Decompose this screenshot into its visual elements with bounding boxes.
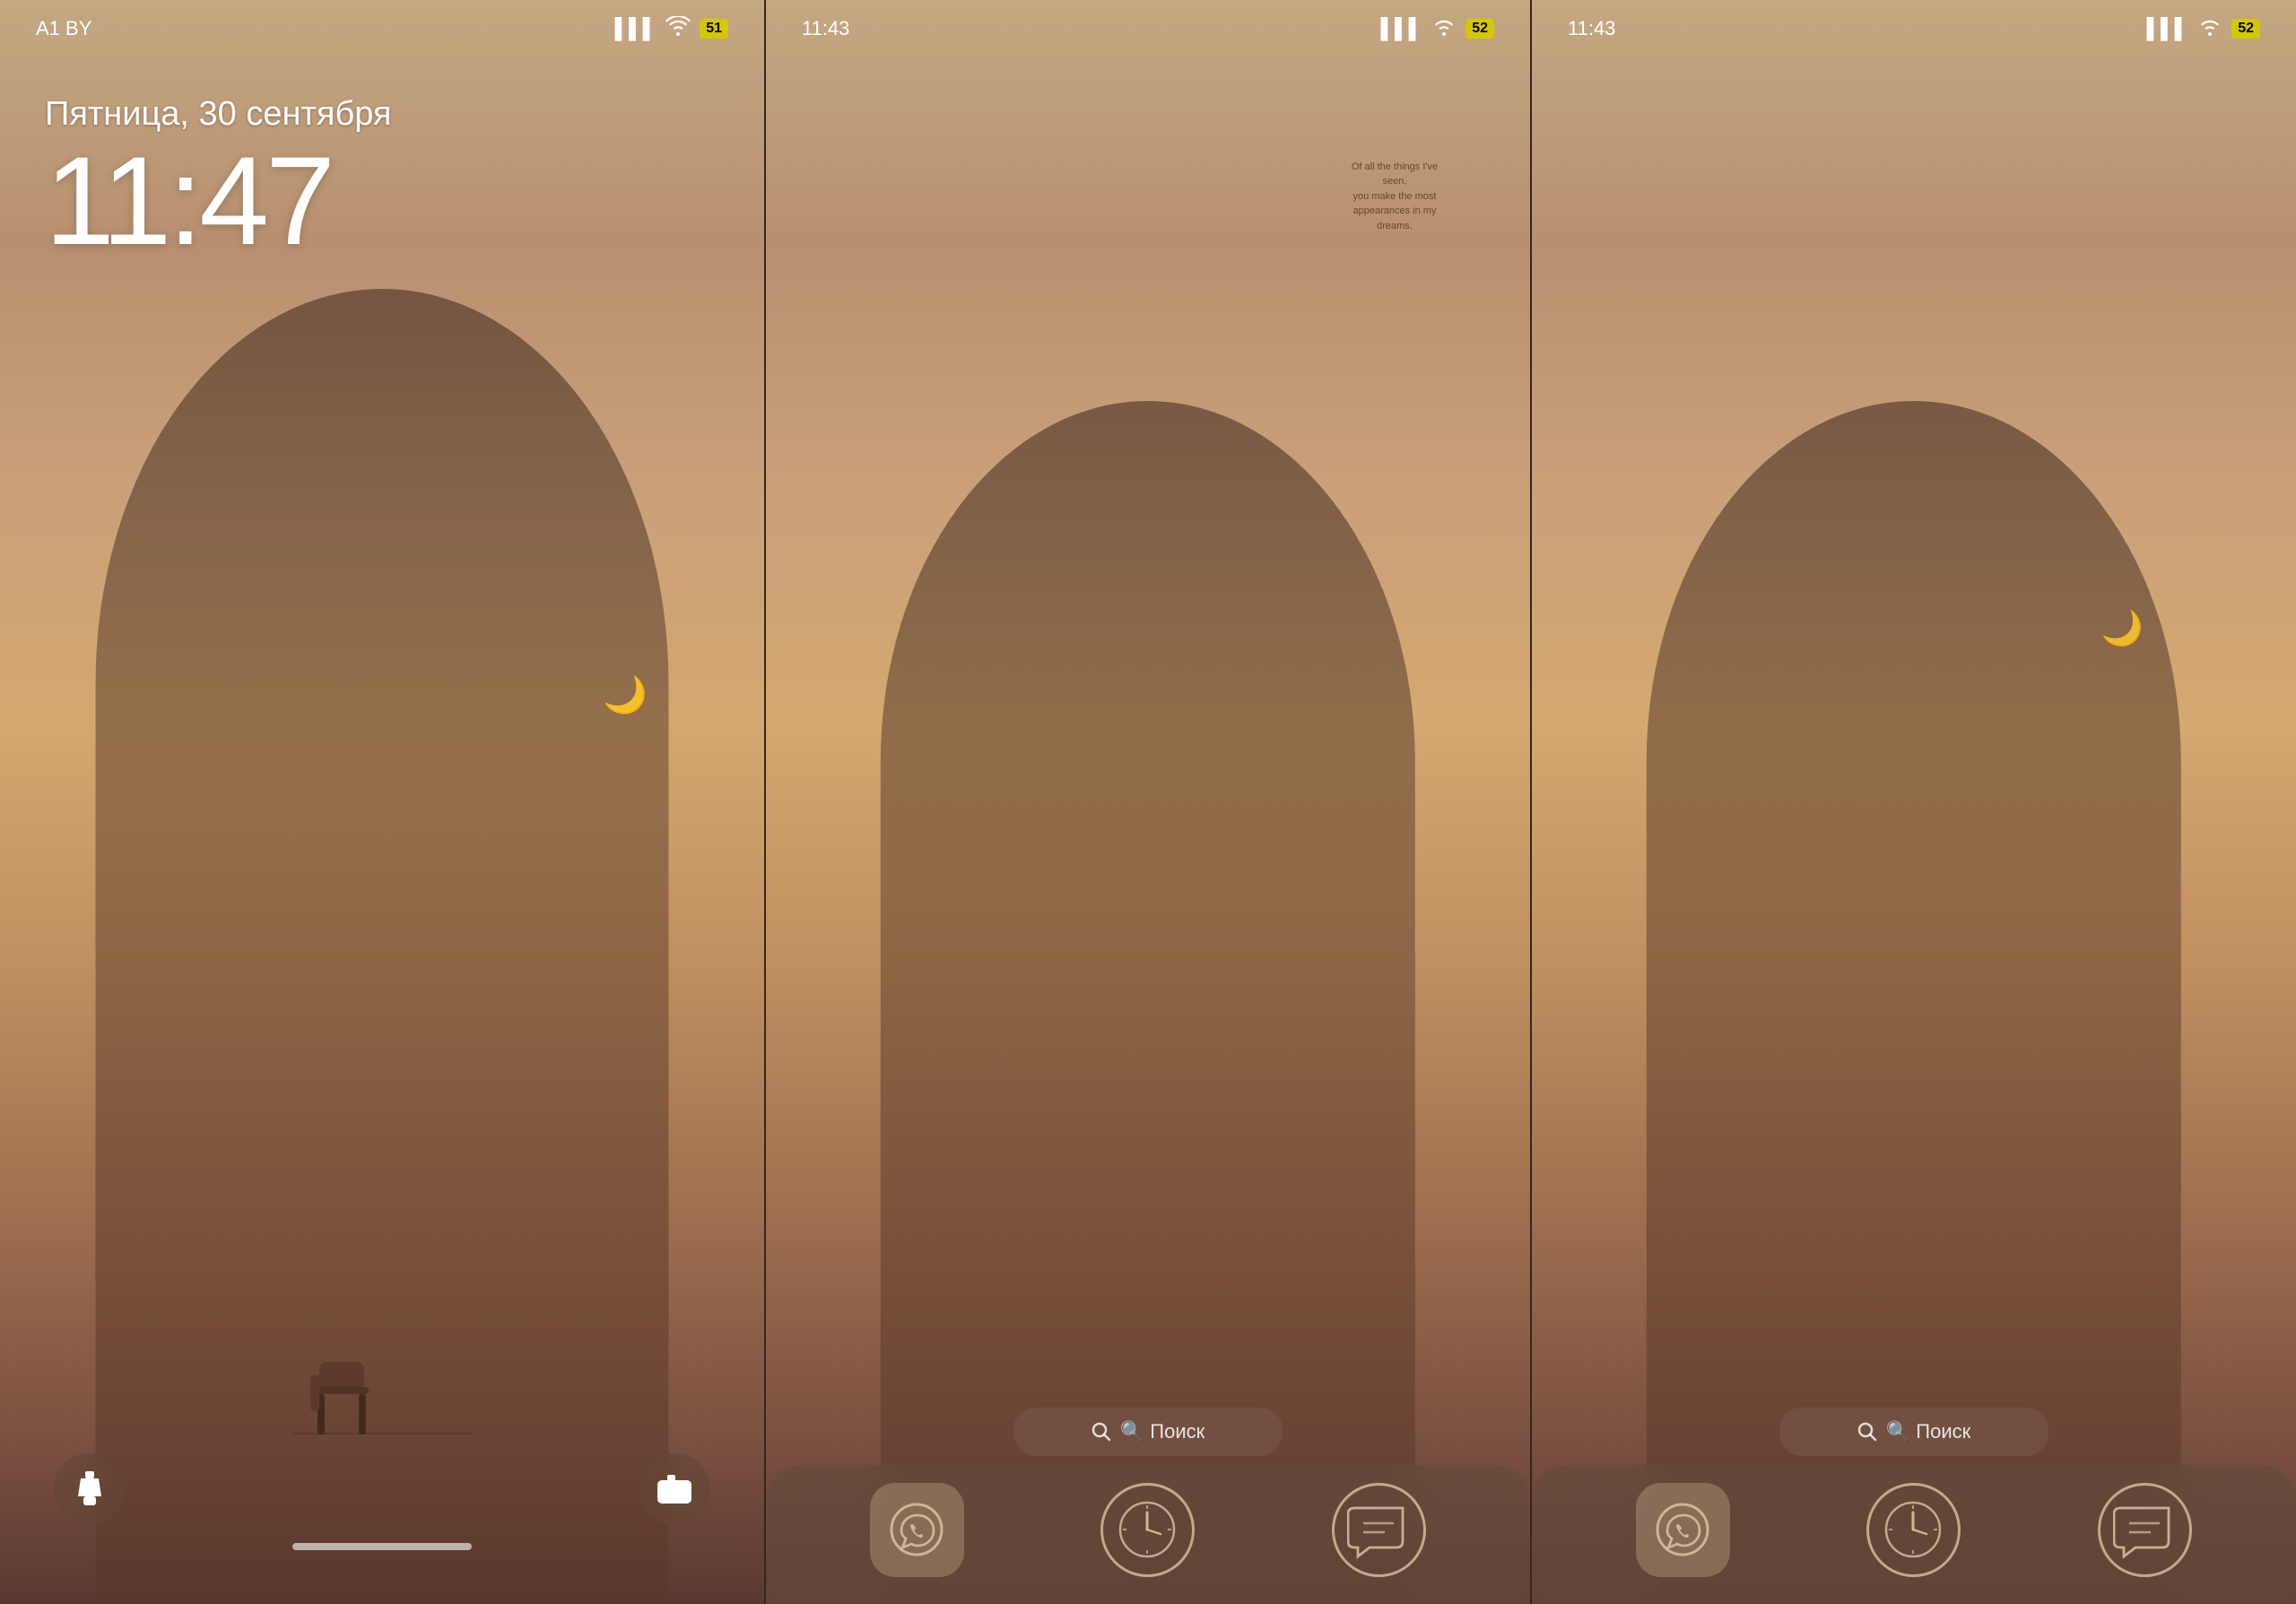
wifi-icon-3: [2197, 16, 2222, 41]
search-pill-3[interactable]: 🔍 Поиск: [1779, 1408, 2048, 1456]
whatsapp-dock-icon: [870, 1483, 964, 1577]
lock-time: 11:47: [45, 138, 719, 264]
time-label-2: 11:43: [802, 17, 849, 40]
dock-3-messages[interactable]: [2098, 1483, 2192, 1577]
home-indicator: [292, 1543, 472, 1550]
home-screen-2-panel: 11:43 ▌▌▌ 52: [1532, 0, 2296, 1604]
dock-3-whatsapp[interactable]: [1636, 1483, 1730, 1577]
search-label-3: 🔍 Поиск: [1886, 1420, 1970, 1443]
signal-icon: ▌▌▌: [614, 17, 657, 40]
signal-icon-3: ▌▌▌: [2146, 17, 2188, 40]
camera-button[interactable]: [639, 1453, 710, 1525]
clock-dock-icon: [1100, 1483, 1195, 1577]
status-bar-3: 11:43 ▌▌▌ 52: [1532, 0, 2296, 41]
messages-dock-icon: [1332, 1483, 1426, 1577]
search-pill-2[interactable]: 🔍 Поиск: [1013, 1408, 1283, 1456]
status-right-2: ▌▌▌ 52: [1380, 16, 1494, 41]
whatsapp-icon: [888, 1501, 946, 1559]
time-label-3: 11:43: [1568, 17, 1615, 40]
dock-clock[interactable]: [1100, 1483, 1195, 1577]
whatsapp-dock-icon-3: [1636, 1483, 1730, 1577]
dock-3: [1532, 1465, 2296, 1604]
moon-decoration-3: 🌙: [2101, 609, 2144, 649]
battery-label-2: 52: [1465, 19, 1494, 39]
carrier-label: A1 BY: [36, 17, 91, 40]
whatsapp-icon-3: [1654, 1501, 1712, 1559]
lock-actions: [0, 1453, 764, 1525]
dock-3-clock[interactable]: [1866, 1483, 1961, 1577]
signal-icon-2: ▌▌▌: [1380, 17, 1422, 40]
lock-content: Пятница, 30 сентября 11:47: [0, 41, 764, 1604]
lock-bottom: [0, 1453, 764, 1559]
clock-icon-3: [1880, 1496, 1947, 1564]
status-right-3: ▌▌▌ 52: [2146, 16, 2260, 41]
search-icon-3: [1857, 1422, 1877, 1442]
wifi-icon-2: [1431, 16, 1457, 41]
battery-label-3: 52: [2231, 19, 2260, 39]
messages-dock-icon-3: [2098, 1483, 2192, 1577]
status-right: ▌▌▌ 51: [614, 16, 728, 41]
battery-label: 51: [700, 19, 728, 39]
messages-icon-3: [2113, 1501, 2176, 1559]
messages-icon: [1347, 1501, 1410, 1559]
lock-screen-panel: A1 BY ▌▌▌ 51 Пятница, 30 сентября 11:47 …: [0, 0, 766, 1604]
dock-messages[interactable]: [1332, 1483, 1426, 1577]
flashlight-button[interactable]: [54, 1453, 126, 1525]
lock-date: Пятница, 30 сентября: [45, 95, 719, 134]
status-bar-2: 11:43 ▌▌▌ 52: [766, 0, 1530, 41]
book-body: Of all the things I've seen,you make the…: [1350, 160, 1439, 234]
dock-whatsapp[interactable]: [870, 1483, 964, 1577]
wifi-icon: [665, 16, 691, 41]
search-label-2: 🔍 Поиск: [1120, 1420, 1205, 1443]
clock-dock-icon-3: [1866, 1483, 1961, 1577]
search-icon-2: [1091, 1422, 1111, 1442]
status-bar: A1 BY ▌▌▌ 51: [0, 0, 764, 41]
clock-icon: [1114, 1496, 1181, 1564]
dock-2: [766, 1465, 1530, 1604]
home-screen-1-panel: 11:43 ▌▌▌ 52: [766, 0, 1532, 1604]
